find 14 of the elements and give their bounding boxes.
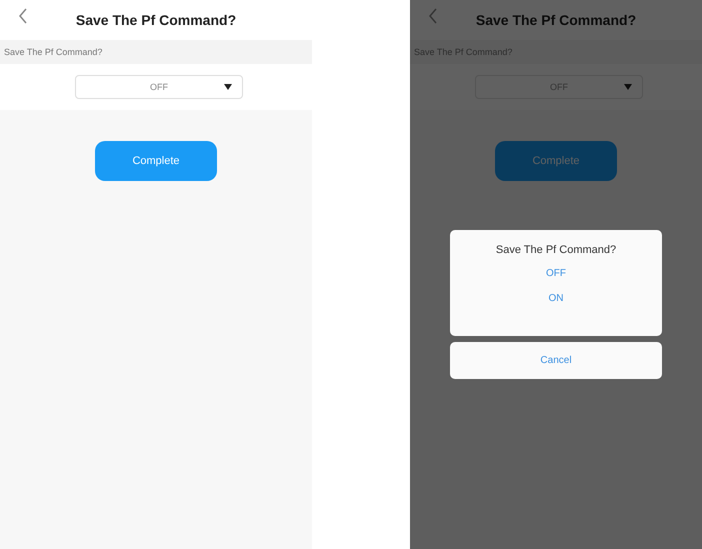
caret-icon: [624, 84, 632, 90]
cancel-button[interactable]: Cancel: [450, 342, 662, 379]
back-icon[interactable]: [18, 8, 28, 24]
complete-button[interactable]: Complete: [495, 141, 617, 181]
complete-button[interactable]: Complete: [95, 141, 217, 181]
screen-title: Save The Pf Command?: [476, 12, 636, 28]
caret-icon: [224, 84, 232, 90]
sheet-title: Save The Pf Command?: [496, 244, 616, 256]
dropdown-select[interactable]: OFF: [75, 75, 243, 99]
sheet-option[interactable]: OFF: [536, 266, 576, 281]
back-icon[interactable]: [428, 8, 438, 24]
setting-label: Save The Pf Command?: [4, 47, 102, 57]
screen-title: Save The Pf Command?: [76, 12, 236, 28]
sheet-option[interactable]: ON: [538, 291, 574, 306]
